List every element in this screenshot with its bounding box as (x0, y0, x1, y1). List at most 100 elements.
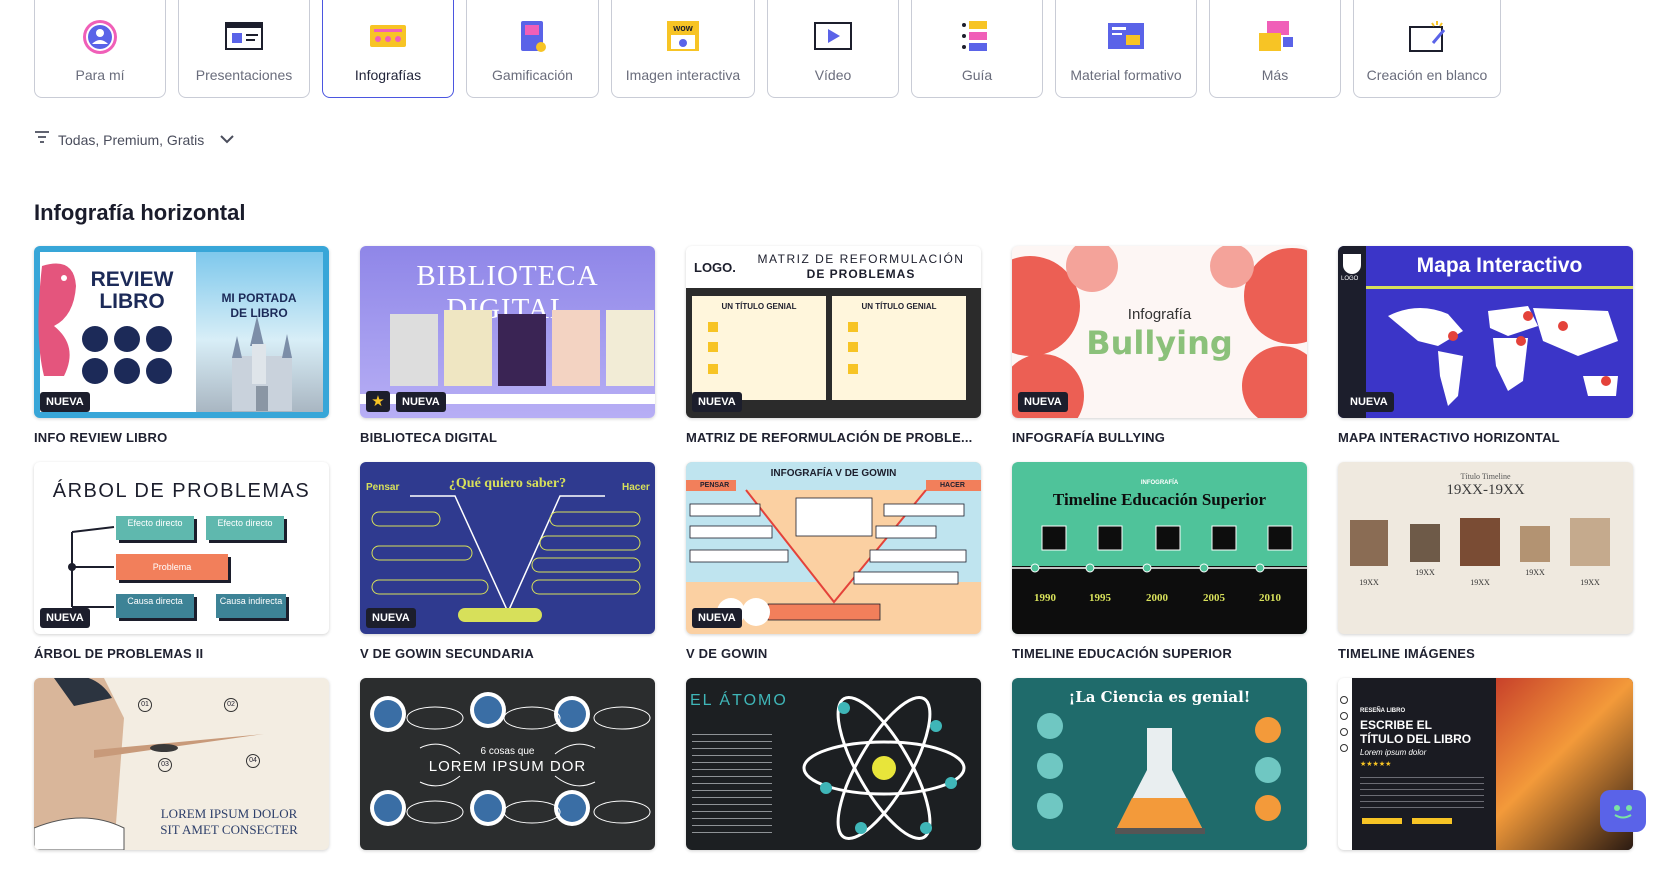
filter-icon (34, 130, 50, 149)
thumb-text: SIT AMET CONSECTER (160, 822, 298, 837)
timeline-year: 19XX (1359, 578, 1379, 587)
thumb-text: Mapa Interactivo (1416, 254, 1583, 277)
category-mas[interactable]: Más (1209, 0, 1341, 98)
chat-assistant-button[interactable] (1600, 790, 1646, 832)
thumb-text: LOGO (1341, 276, 1359, 282)
template-card-info-review-libro[interactable]: REVIEW LIBRO MI PORTADA DE LIBRO NUEVA I… (34, 246, 329, 448)
timeline-year: 2000 (1146, 592, 1168, 604)
template-thumbnail: INFOGRAFÍA V DE GOWIN PENSAR HACER NUEVA (686, 462, 981, 634)
template-thumbnail: ÁRBOL DE PROBLEMAS Efecto directo Efecto… (34, 462, 329, 634)
category-label: Guía (961, 67, 993, 83)
timeline-year: 19XX (1415, 568, 1435, 577)
template-card-timeline-educacion-superior[interactable]: INFOGRAFÍA Timeline Educación Superior 1… (1012, 462, 1307, 664)
category-label: Más (1261, 67, 1289, 83)
template-card-v-de-gowin-secundaria[interactable]: ¿Qué quiero saber? Pensar Hacer NUEVA V … (360, 462, 655, 664)
template-card-timeline-imagenes[interactable]: Título Timeline 19XX-19XX 19XX 19XX 19XX… (1338, 462, 1633, 664)
thumb-text: LOREM IPSUM DOR (428, 758, 587, 775)
timeline-year: 19XX (1470, 578, 1490, 587)
logo-shield-icon (1343, 254, 1361, 274)
template-thumbnail: INFOGRAFÍA Timeline Educación Superior 1… (1012, 462, 1307, 634)
premium-star-icon: ★ (366, 391, 390, 412)
new-badge: NUEVA (692, 608, 742, 628)
robot-face-icon (1600, 798, 1646, 836)
template-title: INFO REVIEW LIBRO (34, 430, 168, 445)
book-covers (390, 310, 654, 386)
category-material-formativo[interactable]: Material formativo (1055, 0, 1197, 98)
thumb-text: ESCRIBE EL (1360, 718, 1433, 732)
book-icons (82, 358, 172, 384)
category-creacion-en-blanco[interactable]: Creación en blanco (1353, 0, 1501, 98)
timeline-year: 1990 (1034, 592, 1056, 604)
template-card-biblioteca-digital[interactable]: BIBLIOTECA DIGITAL ★ NUEVA BIBLIOTECA DI… (360, 246, 655, 448)
new-badge: NUEVA (40, 608, 90, 628)
thumb-text: Causa directa (116, 594, 194, 618)
category-guia[interactable]: Guía (911, 0, 1043, 98)
template-card-mapa-interactivo[interactable]: LOGO Mapa Interactivo NUEVA MAPA INTERAC… (1338, 246, 1633, 448)
thumb-text: DE PROBLEMAS (806, 267, 916, 281)
template-thumbnail: ¡La Ciencia es genial! (1012, 678, 1307, 850)
thumb-text: RESEÑA LIBRO (1360, 708, 1406, 714)
template-thumbnail: Título Timeline 19XX-19XX 19XX 19XX 19XX… (1338, 462, 1633, 634)
category-video[interactable]: Vídeo (767, 0, 899, 98)
infographic-icon (368, 19, 408, 53)
category-label: Material formativo (1070, 67, 1182, 83)
thumb-text: LOGO. (694, 260, 736, 275)
new-badge: NUEVA (692, 392, 742, 412)
category-label: Para mí (75, 67, 125, 83)
template-card-la-ciencia-es-genial[interactable]: ¡La Ciencia es genial! (1012, 678, 1307, 850)
template-thumbnail: BIBLIOTECA DIGITAL ★ NUEVA (360, 246, 655, 418)
category-gamificacion[interactable]: Gamificación (466, 0, 599, 98)
timeline-year: 2005 (1203, 592, 1225, 604)
timeline-line (1012, 525, 1307, 573)
thumb-text: EL ÁTOMO (690, 692, 788, 709)
svg-text:wow: wow (672, 23, 693, 33)
category-imagen-interactiva[interactable]: wow Imagen interactiva (611, 0, 755, 98)
template-thumbnail: 01 02 03 04 LOREM IPSUM DOLOR SIT AMET C… (34, 678, 329, 850)
template-card-resena-libro[interactable]: RESEÑA LIBRO ESCRIBE EL TÍTULO DEL LIBRO… (1338, 678, 1633, 850)
template-title: V DE GOWIN SECUNDARIA (360, 646, 534, 661)
category-presentaciones[interactable]: Presentaciones (178, 0, 310, 98)
template-card-v-de-gowin[interactable]: INFOGRAFÍA V DE GOWIN PENSAR HACER NUEVA… (686, 462, 981, 664)
template-card-pizarra[interactable]: 6 cosas que LOREM IPSUM DOR (360, 678, 655, 850)
user-avatar-icon (80, 19, 120, 54)
new-badge: NUEVA (396, 392, 446, 412)
template-card-infografia-bullying[interactable]: Infografía Bullying NUEVA INFOGRAFÍA BUL… (1012, 246, 1307, 448)
template-card-matriz-reformulacion[interactable]: LOGO. MATRIZ DE REFORMULACIÓN DE PROBLEM… (686, 246, 981, 448)
category-para-mi[interactable]: Para mí (34, 0, 166, 98)
side-dots (1340, 696, 1348, 752)
template-card-pinocho[interactable]: 01 02 03 04 LOREM IPSUM DOLOR SIT AMET C… (34, 678, 329, 850)
category-label: Vídeo (814, 67, 852, 83)
category-label: Imagen interactiva (625, 67, 741, 83)
thumb-text: MI PORTADA (221, 291, 297, 305)
timeline-year: 1995 (1089, 592, 1111, 604)
template-title: MATRIZ DE REFORMULACIÓN DE PROBLE... (686, 430, 973, 445)
template-title: TIMELINE IMÁGENES (1338, 646, 1476, 661)
book-icons (82, 326, 172, 352)
blank-creation-icon (1407, 19, 1447, 53)
thumb-text: Causa indirecta (216, 594, 286, 618)
thumb-text: Lorem ipsum dolor (1360, 748, 1427, 757)
thumb-text: Título Timeline (1460, 472, 1511, 481)
new-badge: NUEVA (1018, 392, 1068, 412)
thumb-text: MATRIZ DE REFORMULACIÓN (757, 252, 965, 266)
game-console-icon (513, 19, 553, 53)
filter-dropdown[interactable]: Todas, Premium, Gratis (34, 130, 234, 149)
template-thumbnail: Infografía Bullying NUEVA (1012, 246, 1307, 418)
template-title: MAPA INTERACTIVO HORIZONTAL (1338, 430, 1560, 445)
thumb-text: 19XX-19XX (1446, 482, 1525, 498)
thumb-text: Efecto directo (206, 516, 284, 540)
rating-stars: ★★★★★ (1360, 761, 1392, 768)
template-thumbnail: LOGO. MATRIZ DE REFORMULACIÓN DE PROBLEM… (686, 246, 981, 418)
world-map (1388, 306, 1618, 406)
thumb-text: 6 cosas que (480, 746, 535, 757)
science-illustration (1037, 713, 1281, 834)
template-thumbnail: EL ÁTOMO (686, 678, 981, 850)
presentation-icon (224, 19, 264, 53)
more-icon (1255, 19, 1295, 53)
template-card-el-atomo[interactable]: EL ÁTOMO (686, 678, 981, 850)
thumb-text: REVIEW (90, 268, 174, 291)
template-title: INFOGRAFÍA BULLYING (1012, 430, 1166, 445)
category-infografias[interactable]: Infografías (322, 0, 454, 98)
thumb-text: TÍTULO DEL LIBRO (1360, 732, 1472, 746)
template-card-arbol-problemas[interactable]: ÁRBOL DE PROBLEMAS Efecto directo Efecto… (34, 462, 329, 664)
